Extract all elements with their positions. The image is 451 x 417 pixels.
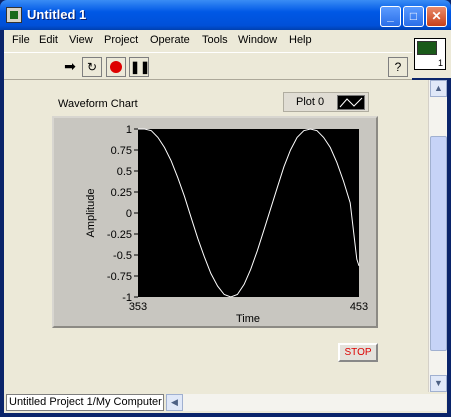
- y-tick-label: 1: [126, 124, 132, 136]
- waveform-chart[interactable]: 1 0.75 0.5 0.25 0 -0.25 -0.5 -0.75 -1 353 453 Amp…: [52, 116, 378, 328]
- y-axis-label: Amplitude: [85, 189, 97, 238]
- legend-plot-name: Plot 0: [296, 96, 325, 108]
- menu-tools[interactable]: Tools: [202, 34, 228, 46]
- status-bar: Untitled Project 1/My Computer ◀: [4, 392, 447, 413]
- menu-window[interactable]: Window: [238, 34, 277, 46]
- maximize-button[interactable]: □: [403, 6, 424, 27]
- y-tick-label: 0.75: [111, 145, 132, 157]
- y-tick-label: 0.5: [117, 166, 132, 178]
- vi-icon-number: 1: [437, 58, 443, 68]
- y-tick-label: -0.5: [113, 250, 132, 262]
- toolbar: ➡ ↻ ❚❚ ?: [4, 52, 412, 80]
- pause-icon[interactable]: ❚❚: [129, 57, 150, 77]
- menu-operate[interactable]: Operate: [150, 34, 190, 46]
- title-bar[interactable]: Untitled 1 _ □ ✕: [0, 0, 451, 30]
- context-help-button[interactable]: ?: [388, 57, 408, 77]
- front-panel: Waveform Chart Plot 0 1 0.75 0.5 0.25 0 -0.25…: [4, 80, 428, 392]
- labview-vi-window: Untitled 1 _ □ ✕ File Edit View Project …: [0, 0, 451, 417]
- labview-app-icon[interactable]: [6, 7, 22, 23]
- abort-stop-icon[interactable]: [106, 57, 126, 77]
- horizontal-scrollbar[interactable]: ◀: [166, 394, 446, 411]
- minimize-button[interactable]: _: [380, 6, 401, 27]
- scroll-left-arrow-icon[interactable]: ◀: [166, 394, 183, 411]
- menu-edit[interactable]: Edit: [39, 34, 58, 46]
- menu-help[interactable]: Help: [289, 34, 312, 46]
- run-continuously-icon[interactable]: ↻: [82, 57, 102, 77]
- close-button[interactable]: ✕: [426, 6, 447, 27]
- plot-area: [138, 129, 359, 297]
- vi-connector-icon[interactable]: 1: [414, 38, 446, 70]
- x-tick-label: 453: [350, 301, 368, 313]
- x-axis-label: Time: [236, 313, 260, 325]
- y-tick-label: -0.25: [107, 229, 132, 241]
- vertical-scrollbar[interactable]: ▲ ▼: [428, 80, 447, 392]
- vi-icon-graphic: [417, 41, 437, 55]
- menu-project[interactable]: Project: [104, 34, 138, 46]
- vi-icon-pane: 1: [412, 30, 451, 78]
- project-path-field[interactable]: Untitled Project 1/My Computer: [6, 394, 164, 411]
- scroll-down-arrow-icon[interactable]: ▼: [430, 375, 447, 392]
- run-arrow-icon[interactable]: ➡: [60, 57, 80, 77]
- y-tick-label: 0.25: [111, 187, 132, 199]
- chart-label: Waveform Chart: [58, 98, 138, 110]
- y-tick-label: 0: [126, 208, 132, 220]
- chart-svg: 10.750.50.250-0.25-0.5-0.75-1 353 453 Amp…: [85, 124, 368, 325]
- y-tick-label: -0.75: [107, 271, 132, 283]
- stop-button[interactable]: STOP: [338, 343, 378, 362]
- scroll-up-arrow-icon[interactable]: ▲: [430, 80, 447, 97]
- menu-view[interactable]: View: [69, 34, 93, 46]
- scroll-thumb[interactable]: [430, 136, 447, 351]
- menu-file[interactable]: File: [12, 34, 30, 46]
- x-tick-label: 353: [129, 301, 147, 313]
- menu-bar: File Edit View Project Operate Tools Win…: [4, 30, 412, 52]
- legend-line-swatch: [337, 95, 365, 110]
- plot-legend[interactable]: Plot 0: [283, 92, 369, 112]
- window-title: Untitled 1: [27, 7, 87, 22]
